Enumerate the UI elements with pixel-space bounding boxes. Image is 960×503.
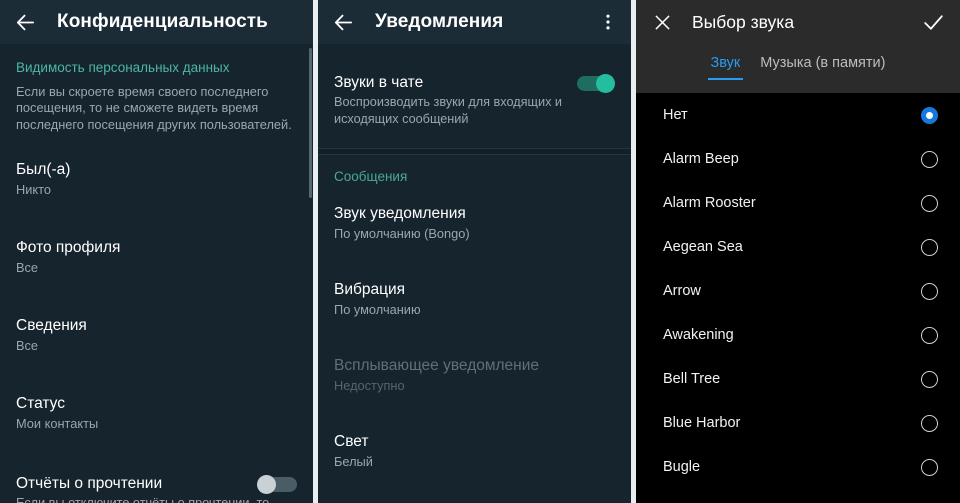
privacy-settings-panel: Конфиденциальность Видимость персональны… [0, 0, 313, 503]
tab-music-in-memory[interactable]: Музыка (в памяти) [757, 55, 888, 78]
sound-radio[interactable] [921, 326, 938, 344]
privacy-section-description: Если вы скроете время своего последнего … [16, 83, 292, 132]
sound-label: Awakening [663, 327, 734, 343]
item-title: Фото профиля [16, 239, 121, 257]
sound-label: Alarm Rooster [663, 195, 756, 211]
sound-label: Blue Harbor [663, 415, 741, 431]
notifications-item-chat-sounds[interactable]: Звуки в чате Воспроизводить звуки для вх… [318, 60, 631, 138]
sound-list: Нет Alarm Beep Alarm Rooster Aegean Sea … [636, 93, 960, 489]
item-value: Белый [334, 453, 373, 469]
chat-sounds-toggle[interactable] [575, 74, 617, 93]
back-arrow-icon[interactable] [330, 9, 356, 35]
sound-picker-panel: Выбор звука Звук Музыка (в памяти) Нет A… [636, 0, 960, 503]
item-value: Недоступно [334, 377, 405, 393]
sound-radio[interactable] [921, 150, 938, 168]
notifications-toolbar: Уведомления [318, 0, 631, 44]
item-value: По умолчанию (Bongo) [334, 225, 470, 241]
toggle-thumb [596, 74, 615, 93]
item-title: Вибрация [334, 280, 406, 298]
privacy-section-title: Видимость персональных данных [16, 60, 230, 75]
sound-radio[interactable] [921, 414, 938, 432]
three-panel-screenshot: Конфиденциальность Видимость персональны… [0, 0, 960, 503]
page-title: Конфиденциальность [57, 11, 268, 32]
privacy-content: Видимость персональных данных Если вы ск… [0, 44, 313, 503]
sound-option-alarm-beep[interactable]: Alarm Beep [636, 137, 960, 181]
sound-label: Alarm Beep [663, 151, 739, 167]
section-gap [318, 148, 631, 155]
sound-option-bugle[interactable]: Bugle [636, 445, 960, 489]
sound-option-aegean-sea[interactable]: Aegean Sea [636, 225, 960, 269]
sound-radio[interactable] [921, 370, 938, 388]
notifications-item-sound[interactable]: Звук уведомления По умолчанию (Bongo) [318, 191, 631, 253]
back-arrow-icon[interactable] [12, 9, 38, 35]
item-title: Был(-а) [16, 161, 71, 179]
sound-option-arrow[interactable]: Arrow [636, 269, 960, 313]
notifications-item-light[interactable]: Свет Белый [318, 419, 631, 481]
messages-section-title: Сообщения [334, 169, 408, 184]
privacy-item-profile-photo[interactable]: Фото профиля Все [0, 225, 313, 287]
privacy-item-bio[interactable]: Сведения Все [0, 303, 313, 365]
item-title: Звук уведомления [334, 204, 466, 222]
item-description: Если вы отключите отчёты о прочтении, то… [16, 495, 297, 503]
privacy-item-read-receipts[interactable]: Отчёты о прочтении Если вы отключите отч… [0, 461, 313, 503]
sound-radio[interactable] [921, 194, 938, 212]
sound-radio[interactable] [921, 106, 938, 124]
item-title: Свет [334, 432, 369, 450]
item-description: Воспроизводить звуки для входящих и исхо… [334, 95, 563, 126]
more-vertical-icon[interactable] [595, 9, 621, 35]
notifications-settings-panel: Уведомления Звуки в чате Воспроизводить … [318, 0, 631, 503]
sound-option-awakening[interactable]: Awakening [636, 313, 960, 357]
sound-label: Нет [663, 107, 688, 123]
check-icon[interactable] [920, 9, 946, 35]
privacy-item-last-seen[interactable]: Был(-а) Никто [0, 147, 313, 209]
sound-label: Bugle [663, 459, 701, 475]
notifications-item-vibration[interactable]: Вибрация По умолчанию [318, 267, 631, 329]
sound-radio[interactable] [921, 282, 938, 300]
sound-option-none[interactable]: Нет [636, 93, 960, 137]
privacy-scrollbar[interactable] [309, 48, 312, 198]
sound-picker-tabs: Звук Музыка (в памяти) [636, 44, 960, 93]
notifications-item-priority[interactable]: Приоритетные уведомления Показывать вспл… [318, 497, 631, 503]
item-value: По умолчанию [334, 301, 421, 317]
item-value: Все [16, 338, 39, 354]
sound-picker-toolbar: Выбор звука [636, 0, 960, 44]
sound-radio[interactable] [921, 238, 938, 256]
close-x-icon[interactable] [649, 9, 675, 35]
privacy-toolbar: Конфиденциальность [0, 0, 313, 44]
privacy-item-status[interactable]: Статус Мои контакты [0, 381, 313, 443]
page-title: Выбор звука [692, 11, 795, 32]
item-title: Отчёты о прочтении [16, 475, 163, 493]
page-title: Уведомления [375, 11, 504, 32]
tab-sound[interactable]: Звук [707, 55, 744, 80]
read-receipts-toggle[interactable] [257, 475, 299, 495]
notifications-content: Звуки в чате Воспроизводить звуки для вх… [318, 44, 631, 503]
sound-radio[interactable] [921, 458, 938, 476]
item-title: Всплывающее уведомление [334, 356, 540, 374]
item-value: Никто [16, 182, 51, 198]
notifications-item-popup: Всплывающее уведомление Недоступно [318, 343, 631, 405]
item-title: Звуки в чате [334, 74, 424, 91]
item-value: Мои контакты [16, 416, 99, 432]
sound-label: Arrow [663, 283, 701, 299]
sound-option-bell-tree[interactable]: Bell Tree [636, 357, 960, 401]
item-title: Статус [16, 395, 65, 413]
sound-label: Bell Tree [663, 371, 721, 387]
sound-option-alarm-rooster[interactable]: Alarm Rooster [636, 181, 960, 225]
sound-option-blue-harbor[interactable]: Blue Harbor [636, 401, 960, 445]
sound-label: Aegean Sea [663, 239, 743, 255]
item-title: Сведения [16, 317, 87, 335]
item-value: Все [16, 260, 39, 276]
